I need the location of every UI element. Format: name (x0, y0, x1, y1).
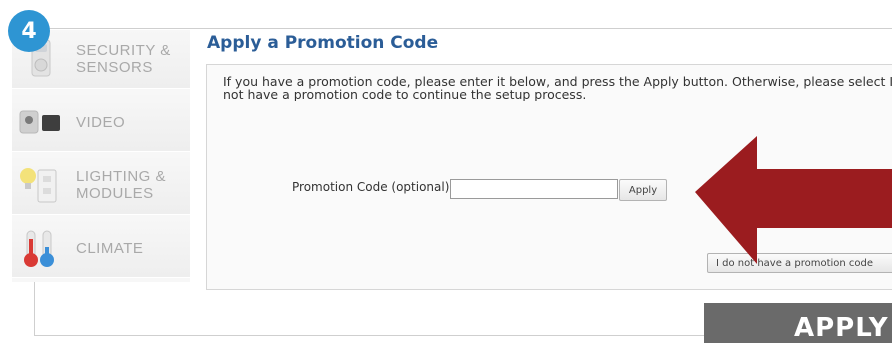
thermometer-icon (18, 227, 64, 269)
apply-banner: APPLY (704, 303, 892, 343)
instruction-text: If you have a promotion code, please ent… (223, 75, 892, 101)
sidebar-item-label: LIGHTING & MODULES (76, 168, 167, 202)
promo-code-label: Promotion Code (optional) (292, 180, 450, 194)
apply-button[interactable]: Apply (619, 179, 667, 201)
promo-code-input[interactable] (450, 179, 618, 199)
sidebar-item-climate[interactable]: CLIMATE (12, 219, 190, 278)
sidebar-item-video[interactable]: VIDEO (12, 93, 190, 152)
instruction-line: not have a promotion code to continue th… (223, 87, 587, 101)
video-camera-icon (18, 101, 64, 143)
sidebar-item-label: SECURITY & SENSORS (76, 42, 171, 76)
sidebar-item-label: CLIMATE (76, 239, 144, 257)
sidebar-item-lighting-modules[interactable]: LIGHTING & MODULES (12, 156, 190, 215)
sidebar-item-label: VIDEO (76, 113, 126, 131)
lighting-module-icon (18, 164, 64, 206)
sidebar: SECURITY & SENSORS VIDEO LIGHTING & MODU… (12, 30, 190, 282)
red-arrow-graphic (695, 136, 892, 264)
page-title: Apply a Promotion Code (207, 33, 439, 53)
step-number-badge: 4 (8, 10, 50, 52)
